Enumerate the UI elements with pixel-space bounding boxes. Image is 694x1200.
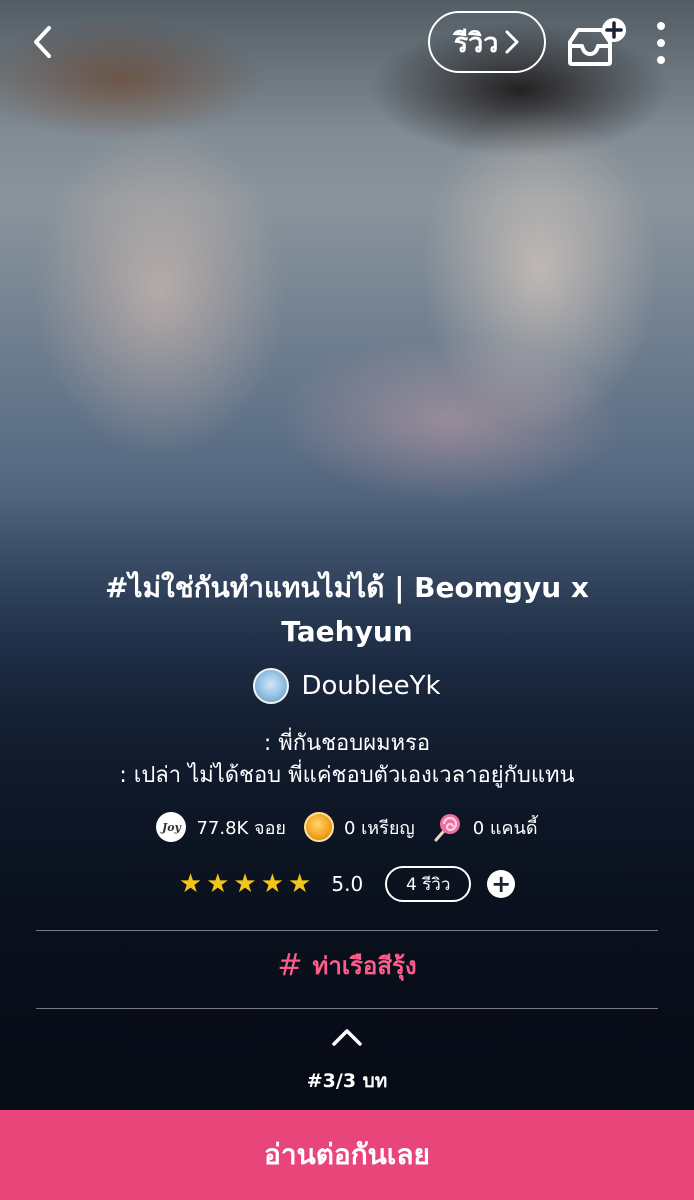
tag-label: ท่าเรือสีรุ้ง <box>312 952 417 980</box>
synopsis-line: : พี่กันชอบผมหรอ <box>263 731 431 756</box>
coin-stat: 0 เหรียญ <box>303 812 415 842</box>
chapter-count: #3/3 บท <box>306 1070 388 1092</box>
story-synopsis: : พี่กันชอบผมหรอ : เปล่า ไม่ได้ชอบ พี่แค… <box>40 728 654 792</box>
candy-stat: 0 แคนดี้ <box>433 812 538 842</box>
chevron-left-icon <box>34 26 51 58</box>
dot-icon <box>657 39 665 47</box>
author-link[interactable]: DoubleeYk <box>0 668 694 704</box>
joy-stat: Joy 77.8K จอย <box>156 812 286 842</box>
cover-image <box>0 0 694 1110</box>
author-avatar <box>253 668 290 704</box>
add-to-shelf-icon <box>568 18 626 66</box>
author-name: DoubleeYk <box>301 671 441 701</box>
rating-value: 5.0 <box>331 872 364 896</box>
divider <box>36 930 658 931</box>
synopsis-line: : เปล่า ไม่ได้ชอบ พี่แค่ชอบตัวเองเวลาอยู… <box>119 763 575 788</box>
story-title: #ไม่ใช่กันทำแทนไม่ได้ | Beomgyu x Taehyu… <box>105 571 589 648</box>
more-options-button[interactable] <box>646 20 676 66</box>
add-review-icon[interactable]: + <box>487 870 516 898</box>
hash-icon: # <box>277 948 303 983</box>
candy-count: 0 แคนดี้ <box>472 817 538 839</box>
lollipop-icon <box>434 814 460 842</box>
review-button-label: รีวิว <box>453 27 499 59</box>
star-rating-icon: ★★★★★ <box>178 869 316 899</box>
joy-icon: Joy <box>156 812 187 842</box>
back-button[interactable] <box>22 22 62 62</box>
dot-icon <box>657 22 665 30</box>
divider <box>36 1008 658 1009</box>
story-stats: Joy 77.8K จอย 0 เหรียญ 0 แคนดี้ <box>0 812 694 842</box>
review-count-button[interactable]: 4 รีวิว <box>385 866 472 902</box>
chevron-up-icon[interactable] <box>330 1026 364 1048</box>
add-to-library-button[interactable] <box>564 16 632 72</box>
continue-reading-button[interactable]: อ่านต่อกันเลย <box>0 1110 694 1200</box>
rating-row: ★★★★★ 5.0 4 รีวิว + <box>0 866 694 902</box>
dot-icon <box>657 56 665 64</box>
coin-icon <box>303 812 334 842</box>
coin-count: 0 เหรียญ <box>343 817 415 839</box>
chevron-right-icon <box>505 30 519 54</box>
review-button[interactable]: รีวิว <box>428 11 546 73</box>
joy-count: 77.8K จอย <box>196 817 286 839</box>
tag-link[interactable]: # ท่าเรือสีรุ้ง <box>0 946 694 985</box>
